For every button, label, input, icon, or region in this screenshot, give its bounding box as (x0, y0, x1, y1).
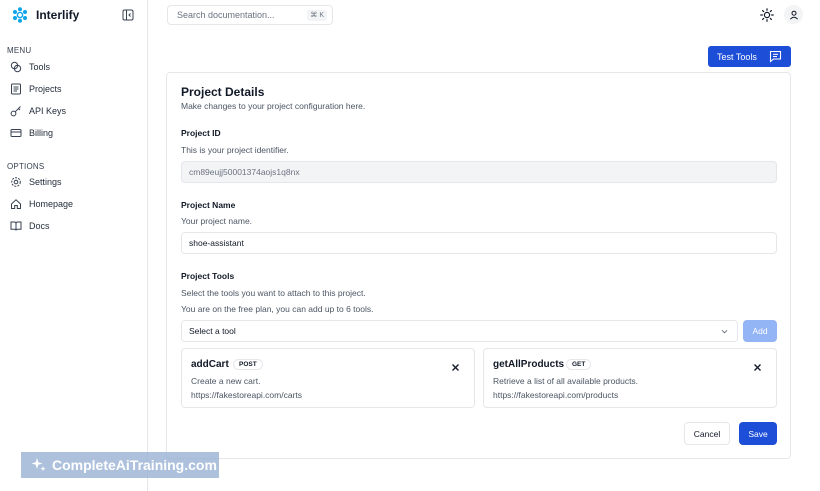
home-icon (11, 199, 21, 209)
save-button[interactable]: Save (739, 422, 777, 445)
sidebar-item-api-keys[interactable]: API Keys (10, 103, 138, 119)
sidebar-item-tools[interactable]: Tools (10, 59, 138, 75)
tool-card: addCart POST Create a new cart. https://… (181, 348, 475, 408)
sidebar-item-label: Tools (29, 62, 51, 72)
sidebar-item-label: Billing (29, 128, 54, 138)
app-logo[interactable]: Interlify (12, 6, 136, 24)
project-id-help: This is your project identifier. (181, 145, 289, 155)
sparkle-icon (31, 458, 46, 472)
tool-select[interactable]: Select a tool (181, 320, 738, 342)
chevron-down-icon (721, 329, 728, 334)
tool-description: Retrieve a list of all available product… (493, 376, 639, 386)
card-subtitle: Make changes to your project configurati… (181, 101, 366, 111)
sidebar-item-label: Homepage (29, 199, 74, 209)
tool-card: getAllProducts GET Retrieve a list of al… (483, 348, 777, 408)
project-id-label: Project ID (181, 128, 221, 138)
app-name: Interlify (36, 8, 80, 22)
projects-icon (11, 83, 21, 95)
method-badge: POST (233, 359, 263, 370)
method-badge: GET (566, 359, 592, 370)
sidebar-item-label: Projects (29, 84, 62, 94)
sidebar-item-homepage[interactable]: Homepage (10, 196, 138, 212)
add-tool-button[interactable]: Add (743, 320, 777, 342)
book-icon (10, 221, 22, 231)
logo-icon (13, 7, 27, 23)
sidebar-item-docs[interactable]: Docs (10, 218, 138, 234)
project-name-field[interactable]: shoe-assistant (181, 232, 777, 254)
tool-name: addCart (191, 359, 229, 370)
sidebar-item-projects[interactable]: Projects (10, 81, 138, 97)
sidebar: Interlify MENU Tools Projects API Keys B… (0, 0, 148, 491)
close-icon[interactable] (451, 363, 460, 372)
project-id-field: cm89eujj50001374aojs1q8nx (181, 161, 777, 183)
tools-icon (10, 61, 22, 73)
search-bar[interactable]: ⌘ K (167, 5, 333, 25)
options-section-label: OPTIONS (7, 162, 45, 171)
sidebar-item-label: API Keys (29, 106, 67, 116)
tool-select-value: Select a tool (189, 326, 236, 336)
collapse-sidebar-icon[interactable] (122, 9, 134, 21)
project-name-label: Project Name (181, 200, 236, 210)
menu-section-label: MENU (7, 46, 32, 55)
project-name-help: Your project name. (181, 216, 253, 226)
close-icon[interactable] (753, 363, 762, 372)
project-id-value: cm89eujj50001374aojs1q8nx (189, 167, 300, 177)
tool-name: getAllProducts (493, 359, 565, 370)
gear-icon (11, 177, 21, 187)
watermark: CompleteAiTraining.com (21, 452, 219, 478)
project-tools-help: Select the tools you want to attach to t… (181, 288, 366, 298)
card-icon (10, 129, 22, 137)
tool-url: https://fakestoreapi.com/carts (191, 390, 303, 400)
test-tools-button[interactable]: Test Tools (708, 46, 791, 67)
chat-icon (769, 50, 782, 63)
sidebar-item-label: Docs (29, 221, 50, 231)
search-input[interactable] (177, 10, 297, 20)
project-tools-label: Project Tools (181, 271, 235, 281)
user-menu-button[interactable] (784, 5, 803, 24)
sun-icon[interactable] (760, 8, 774, 22)
test-tools-label: Test Tools (717, 51, 757, 62)
project-details-card: Project Details Make changes to your pro… (166, 72, 791, 459)
card-title: Project Details (181, 85, 265, 99)
watermark-text: CompleteAiTraining.com (52, 457, 217, 473)
sidebar-item-settings[interactable]: Settings (10, 174, 138, 190)
tool-url: https://fakestoreapi.com/products (493, 390, 619, 400)
search-shortcut: ⌘ K (307, 10, 327, 21)
user-icon (789, 10, 798, 20)
plan-note: You are on the free plan, you can add up… (181, 304, 374, 314)
tool-description: Create a new cart. (191, 376, 261, 386)
sidebar-item-billing[interactable]: Billing (10, 125, 138, 141)
sidebar-item-label: Settings (29, 177, 62, 187)
cancel-button[interactable]: Cancel (684, 422, 730, 445)
project-name-value: shoe-assistant (189, 238, 244, 248)
key-icon (10, 106, 21, 117)
